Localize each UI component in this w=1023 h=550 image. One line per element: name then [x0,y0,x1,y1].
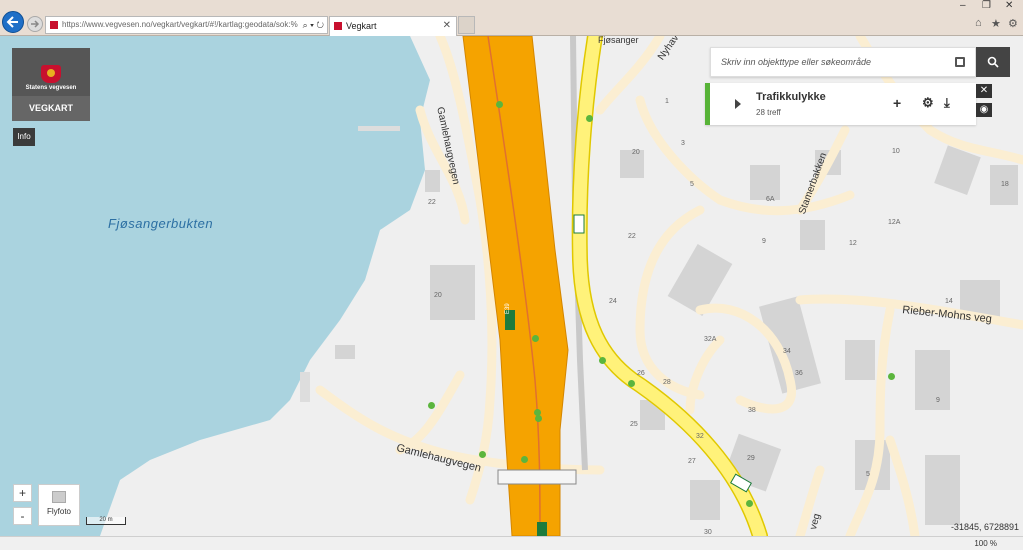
tab-favicon-icon [334,22,342,30]
accident-marker[interactable] [599,357,606,364]
accident-marker[interactable] [586,115,593,122]
back-arrow-icon [6,16,18,28]
accident-marker[interactable] [535,415,542,422]
house-number: 28 [663,379,671,386]
search-button[interactable] [976,47,1010,77]
house-number: 1 [665,98,669,105]
address-bar[interactable]: https://www.vegvesen.no/vegkart/vegkart/… [45,16,328,34]
settings-gear-icon[interactable]: ⚙ [1008,17,1018,30]
house-number: 14 [945,298,953,305]
house-number: 34 [783,348,791,355]
add-filter-icon[interactable]: + [893,95,901,111]
house-number: 6A [766,196,775,203]
accident-marker[interactable] [532,335,539,342]
house-number: 32A [704,336,717,343]
accident-marker[interactable] [746,500,753,507]
address-tools-icon[interactable]: ⌕ ▾ ↻ [303,17,324,33]
tab-title: Vegkart [346,21,377,31]
new-tab-button[interactable] [458,16,475,34]
book-icon[interactable] [955,57,965,67]
scale-label: 20 m [99,517,113,523]
zoom-level[interactable]: 100 % [974,539,997,548]
scale-bar: 20 m [86,517,126,525]
app-logo[interactable]: Statens vegvesen VEGKART [12,48,90,121]
search-icon [987,56,999,68]
close-window-icon[interactable]: ✕ [1005,0,1013,11]
gear-icon[interactable]: ⚙ [922,95,934,111]
road-shield-e39: E39 [505,303,511,314]
forward-arrow-icon [31,20,40,28]
house-number: 9 [936,397,940,404]
info-button[interactable]: Info [13,128,35,146]
close-layer-icon[interactable]: ✕ [976,84,992,98]
forward-button[interactable] [27,16,43,32]
app-title: VEGKART [12,96,90,121]
place-label-fjosanger: Fjøsanger [598,36,639,45]
layer-title: Trafikkulykke [756,91,826,103]
search-input[interactable]: Skriv inn objekttype eller søkeområde [710,47,976,77]
house-number: 20 [434,292,442,299]
house-number: 27 [688,458,696,465]
accident-marker[interactable] [479,451,486,458]
house-number: 22 [428,199,436,206]
zoom-in-button[interactable]: + [13,484,32,502]
site-favicon-icon [50,21,58,29]
statens-vegvesen-crest-icon [41,65,61,83]
coordinate-readout: -31845, 6728891 [950,522,1019,532]
accident-marker[interactable] [628,380,635,387]
house-number: 22 [628,233,636,240]
logo-org-name: Statens vegvesen [25,85,77,91]
house-number: 26 [637,370,645,377]
restore-icon[interactable]: ❐ [982,0,991,11]
flyfoto-label: Flyfoto [46,507,71,516]
address-url: https://www.vegvesen.no/vegkart/vegkart/… [62,20,298,29]
accident-marker[interactable] [428,402,435,409]
minimize-icon[interactable]: – [960,0,966,11]
house-number: 3 [681,140,685,147]
visibility-eye-icon[interactable]: ◉ [976,103,992,117]
tab-vegkart[interactable]: Vegkart ✕ [329,16,457,36]
flyfoto-button[interactable]: Flyfoto [38,484,80,526]
house-number: 20 [632,149,640,156]
house-number: 12 [849,240,857,247]
bay-label: Fjøsangerbukten [108,216,214,231]
house-number: 10 [892,148,900,155]
map-layers-icon [52,491,66,503]
house-number: 18 [1001,181,1009,188]
accident-marker[interactable] [521,456,528,463]
back-button[interactable] [2,11,24,33]
home-icon[interactable]: ⌂ [975,17,982,29]
accident-marker[interactable] [888,373,895,380]
house-number: 24 [609,298,617,305]
layer-count: 28 treff [756,108,781,117]
house-number: 5 [690,181,694,188]
layer-item-trafikkulykke[interactable]: Trafikkulykke 28 treff + ⚙ ⤓ [705,83,976,125]
browser-chrome: https://www.vegvesen.no/vegkart/vegkart/… [0,0,1023,36]
house-number: 38 [748,407,756,414]
house-number: 12A [888,219,901,226]
search-placeholder: Skriv inn objekttype eller søkeområde [721,57,872,67]
house-number: 32 [696,433,704,440]
house-number: 36 [795,370,803,377]
house-number: 9 [762,238,766,245]
favorites-icon[interactable]: ★ [991,17,1001,30]
zoom-out-button[interactable]: - [13,507,32,525]
expand-arrow-icon[interactable] [735,99,741,109]
tab-close-icon[interactable]: ✕ [443,17,451,35]
house-number: 5 [866,471,870,478]
accident-marker[interactable] [496,101,503,108]
house-number: 25 [630,421,638,428]
house-number: 29 [747,455,755,462]
download-icon[interactable]: ⤓ [944,95,950,111]
house-number: 30 [704,529,712,536]
browser-statusbar: 100 % [0,536,1023,550]
